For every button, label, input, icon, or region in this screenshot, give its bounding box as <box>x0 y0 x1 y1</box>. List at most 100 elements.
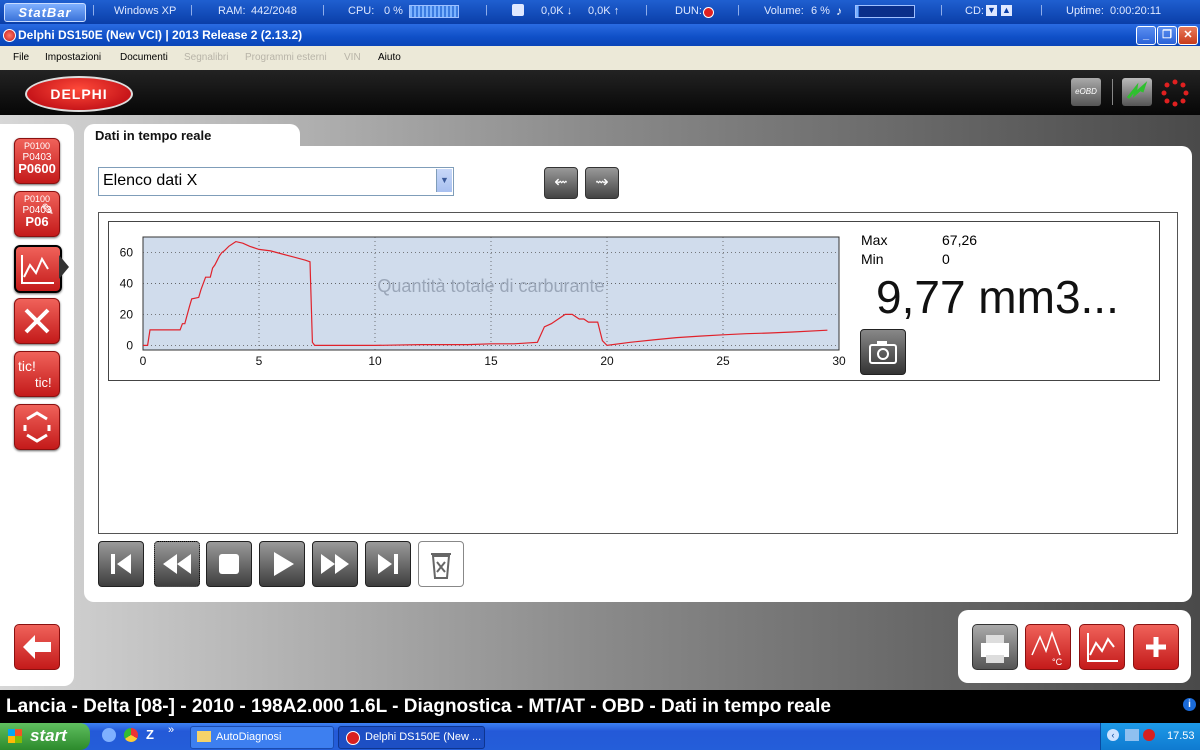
quicklaunch-more-icon[interactable]: » <box>168 724 174 736</box>
fast-forward-button[interactable] <box>312 541 358 587</box>
units-button[interactable]: °C <box>1025 624 1071 670</box>
x-tick-label: 25 <box>716 354 730 368</box>
play-icon <box>274 552 294 576</box>
skip-to-start-button[interactable] <box>98 541 144 587</box>
close-button[interactable]: ✕ <box>1178 26 1198 45</box>
task-autodiagnosi[interactable]: AutoDiagnosi <box>190 726 334 749</box>
delphi-app-icon <box>346 731 360 745</box>
vehicle-status-text: Lancia - Delta [08-] - 2010 - 198A2.000 … <box>6 696 831 717</box>
max-value: 67,26 <box>942 232 978 248</box>
menu-aiuto[interactable]: Aiuto <box>378 52 401 63</box>
vehicle-status-line: Lancia - Delta [08-] - 2010 - 198A2.000 … <box>0 690 1200 723</box>
service-button[interactable] <box>14 298 60 344</box>
tray-expand-icon[interactable]: ‹ <box>1107 729 1119 741</box>
system-tray: ‹ 17.53 <box>1100 723 1200 750</box>
menu-vin: VIN <box>344 52 361 63</box>
statbar-cpu-label: CPU: <box>348 5 375 17</box>
tic-tic-button[interactable]: tic! tic! <box>14 351 60 397</box>
eraser-icon: ✎ <box>41 202 55 219</box>
x-tick-label: 20 <box>600 354 614 368</box>
network-tray-icon[interactable] <box>1125 729 1139 741</box>
chart-title: Quantità totale di carburante <box>377 276 604 296</box>
start-button[interactable]: start <box>0 723 90 750</box>
play-button[interactable] <box>259 541 305 587</box>
volume-slider[interactable] <box>855 5 915 18</box>
cd-label: CD: <box>965 5 984 17</box>
minimize-button[interactable]: _ <box>1136 26 1156 45</box>
current-value: 9,77 mm3... <box>876 271 1119 323</box>
window-titlebar[interactable]: Delphi DS150E (New VCI) | 2013 Release 2… <box>0 24 1200 46</box>
arrow-back-icon <box>23 635 51 659</box>
eobd-button[interactable]: eOBD <box>1071 78 1101 106</box>
graph-view-button[interactable] <box>1079 624 1125 670</box>
arrow-right-icon: ⇝ <box>595 174 609 191</box>
x-tick-label: 0 <box>140 354 147 368</box>
skip-start-icon <box>111 554 131 574</box>
rewind-icon <box>163 554 191 574</box>
statbar: StatBar | Windows XP | RAM: 442/2048 | C… <box>0 0 1200 24</box>
trash-icon <box>431 553 451 579</box>
window-title: Delphi DS150E (New VCI) | 2013 Release 2… <box>18 28 303 42</box>
statbar-os: Windows XP <box>114 5 177 17</box>
max-label: Max <box>861 232 888 248</box>
info-icon[interactable]: i <box>1183 698 1196 711</box>
menubar: File Impostazioni Documenti Segnalibri P… <box>0 46 1200 70</box>
vci-connection-icon[interactable] <box>1122 78 1152 106</box>
data-list-select[interactable]: Elenco dati X ▼ <box>98 167 454 196</box>
clear-dtc-button[interactable]: P0100 P0403 P06 ✎ <box>14 191 60 237</box>
maximize-button[interactable]: ❐ <box>1157 26 1177 45</box>
statbar-ram-value: 442/2048 <box>251 5 297 17</box>
printer-icon <box>981 635 1009 663</box>
statbar-ram-label: RAM: <box>218 5 246 17</box>
menu-impostazioni[interactable]: Impostazioni <box>45 52 101 63</box>
actuator-test-button[interactable] <box>14 404 60 450</box>
ie-icon[interactable] <box>102 728 116 742</box>
uptime-label: Uptime: <box>1066 5 1104 17</box>
menu-documenti[interactable]: Documenti <box>120 52 168 63</box>
chevron-down-icon[interactable]: ▼ <box>436 169 452 192</box>
statbar-cpu-value: 0 % <box>384 5 403 17</box>
menu-programmi-esterni: Programmi esterni <box>245 52 327 63</box>
print-button[interactable] <box>972 624 1018 670</box>
network-icon <box>512 4 524 16</box>
activity-spinner-icon <box>1160 78 1190 108</box>
delphi-logo: DELPHI <box>25 76 133 112</box>
previous-list-button[interactable]: ⇜ <box>544 167 578 199</box>
snapshot-button[interactable] <box>860 329 906 375</box>
net-down: 0,0K ↓ <box>541 5 573 17</box>
clock: 17.53 <box>1167 730 1195 742</box>
cd-eject-down-icon[interactable]: ▼ <box>986 5 997 16</box>
dun-status-icon <box>703 7 714 18</box>
add-parameters-button[interactable] <box>1133 624 1179 670</box>
security-tray-icon[interactable] <box>1143 729 1155 741</box>
data-list-value: Elenco dati X <box>103 172 198 189</box>
skip-to-end-button[interactable] <box>365 541 411 587</box>
x-tick-label: 5 <box>256 354 263 368</box>
net-up: 0,0K ↑ <box>588 5 620 17</box>
graph-icon <box>21 255 54 284</box>
rewind-button[interactable] <box>154 541 200 587</box>
live-data-button[interactable] <box>14 245 62 293</box>
quicklaunch-z-icon[interactable]: Z <box>146 727 154 742</box>
speaker-icon[interactable]: ♪ <box>836 4 842 18</box>
active-indicator <box>59 255 69 279</box>
delete-recording-button[interactable] <box>418 541 464 587</box>
stop-button[interactable] <box>206 541 252 587</box>
y-tick-label: 60 <box>120 245 134 259</box>
read-dtc-button[interactable]: P0100 P0403 P0600 <box>14 138 60 184</box>
cpu-meter <box>409 5 459 18</box>
windows-logo-icon <box>8 729 22 743</box>
chrome-icon[interactable] <box>124 728 138 742</box>
menu-file[interactable]: File <box>13 52 29 63</box>
folder-icon <box>197 731 211 742</box>
dun-label: DUN: <box>675 5 702 17</box>
x-tick-label: 30 <box>832 354 846 368</box>
y-tick-label: 40 <box>120 276 134 290</box>
cd-eject-up-icon[interactable]: ▲ <box>1001 5 1012 16</box>
svg-text:°C: °C <box>1052 657 1063 667</box>
y-tick-label: 20 <box>120 307 134 321</box>
task-delphi[interactable]: Delphi DS150E (New ... <box>338 726 485 749</box>
statbar-logo: StatBar <box>4 3 86 22</box>
back-button[interactable] <box>14 624 60 670</box>
next-list-button[interactable]: ⇝ <box>585 167 619 199</box>
